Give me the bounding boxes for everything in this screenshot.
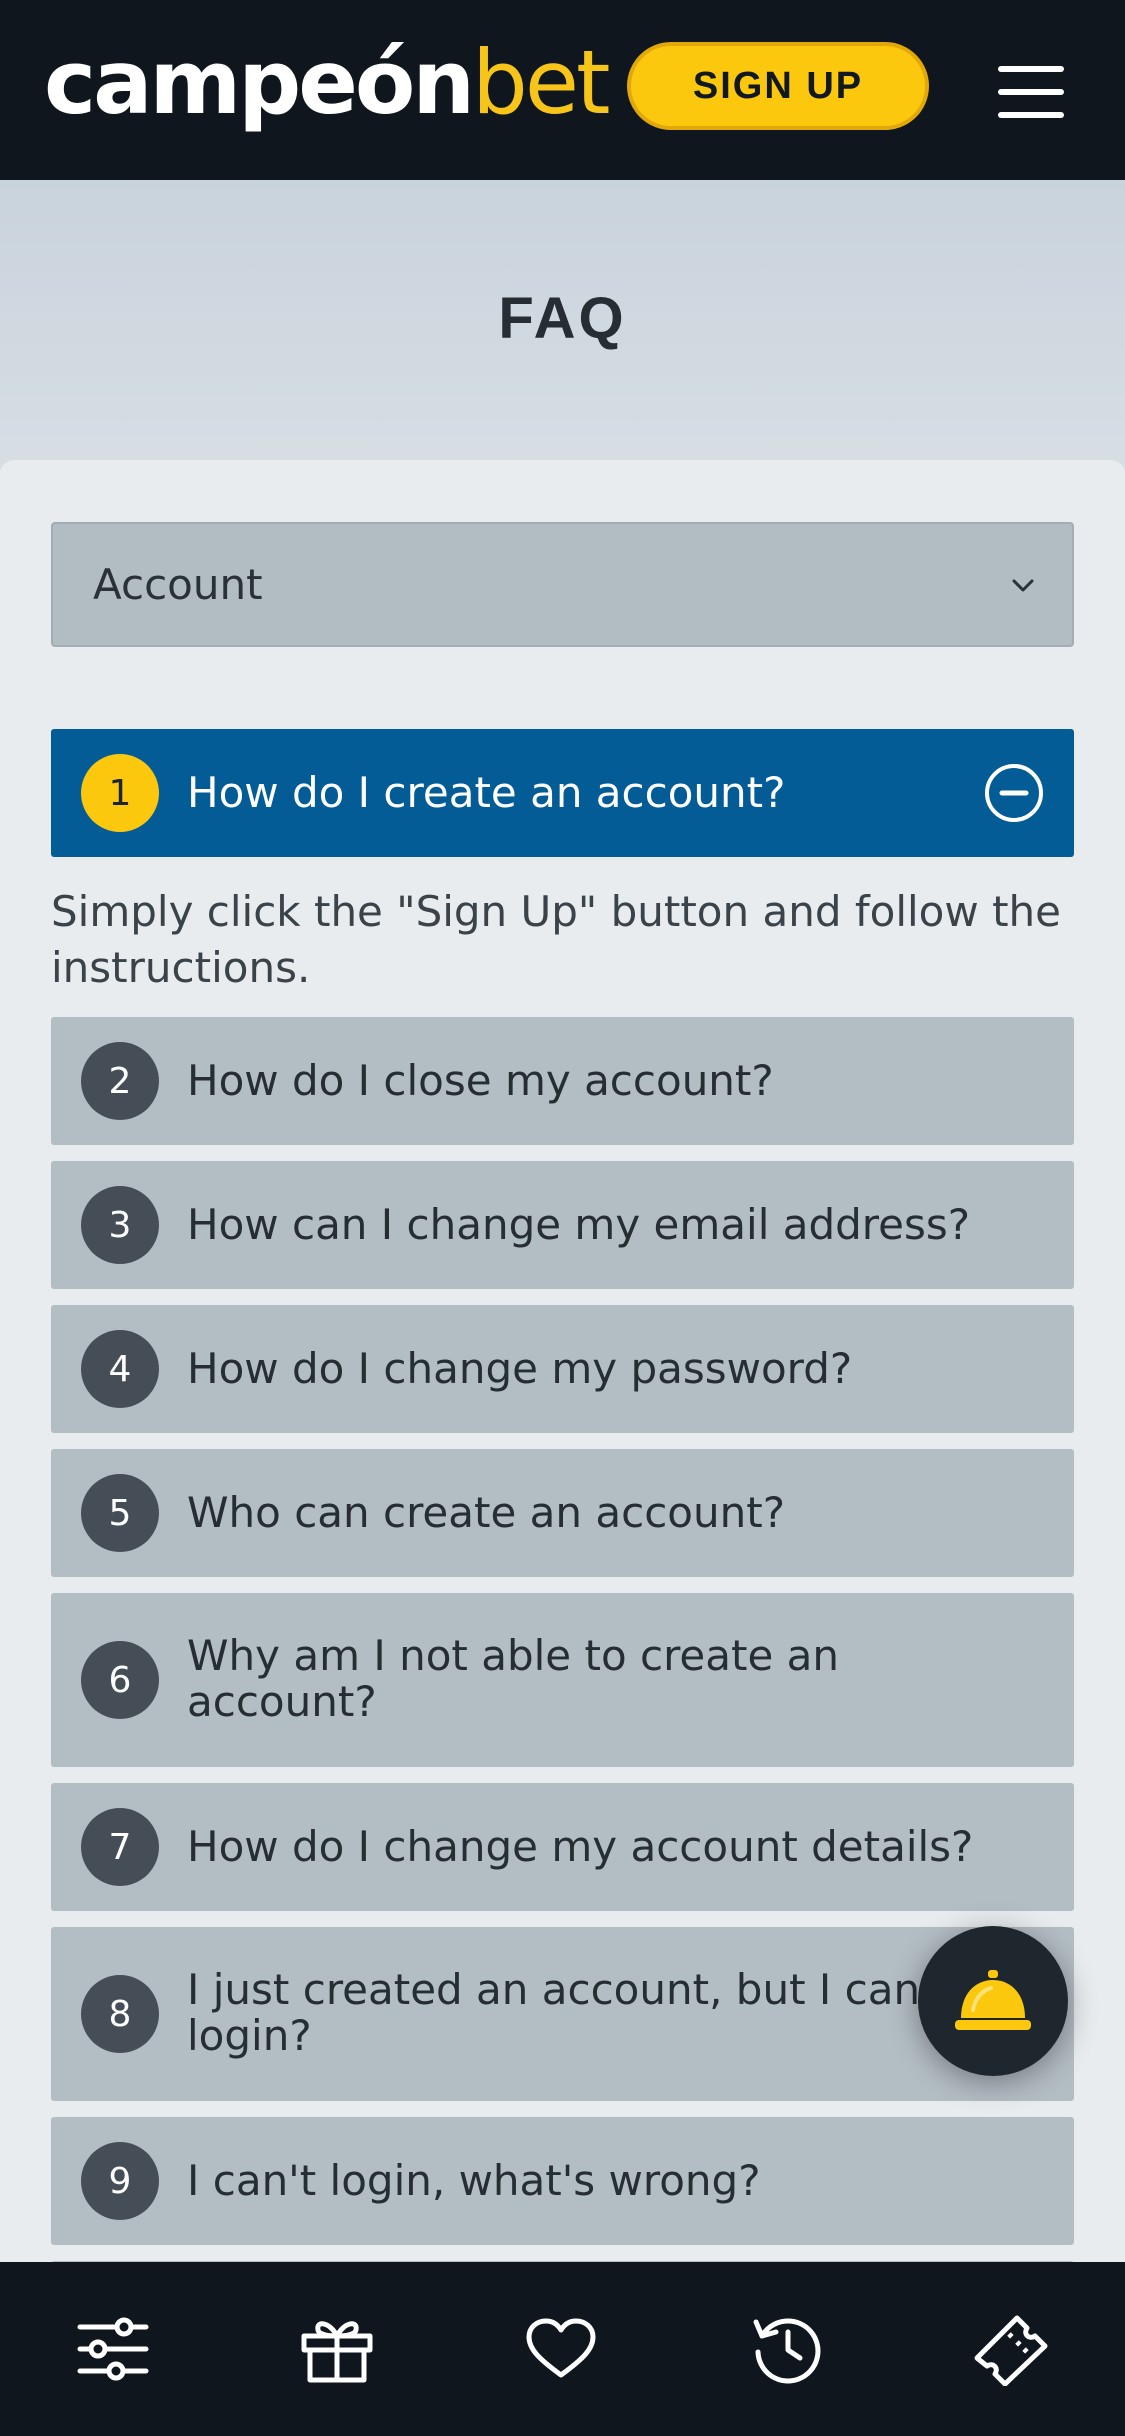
faq-number-badge: 2 xyxy=(81,1042,159,1120)
faq-item-2[interactable]: 2 How do I close my account? xyxy=(51,1017,1074,1145)
top-header: campeónbet SIGN UP xyxy=(0,0,1125,180)
faq-item-1[interactable]: 1 How do I create an account? xyxy=(51,729,1074,857)
faq-number-badge: 9 xyxy=(81,2142,159,2220)
faq-item-4[interactable]: 4 How do I change my password? xyxy=(51,1305,1074,1433)
nav-favourites[interactable] xyxy=(516,2304,606,2394)
ticket-icon xyxy=(974,2315,1048,2386)
faq-item-7[interactable]: 7 How do I change my account details? xyxy=(51,1783,1074,1911)
gift-icon xyxy=(301,2321,373,2383)
faq-answer-1: Simply click the "Sign Up" button and fo… xyxy=(51,887,1061,992)
faq-item-6[interactable]: 6 Why am I not able to create an account… xyxy=(51,1593,1074,1767)
faq-item-9[interactable]: 9 I can't login, what's wrong? xyxy=(51,2117,1074,2245)
faq-number-badge: 5 xyxy=(81,1474,159,1552)
nav-filters[interactable] xyxy=(68,2304,158,2394)
heart-icon xyxy=(526,2318,596,2378)
faq-question: How do I change my password? xyxy=(187,1344,853,1393)
faq-item-3[interactable]: 3 How can I change my email address? xyxy=(51,1161,1074,1289)
sign-up-button[interactable]: SIGN UP xyxy=(627,42,929,130)
chevron-down-icon xyxy=(1012,579,1034,592)
faq-number-badge: 3 xyxy=(81,1186,159,1264)
faq-page: campeónbet SIGN UP FAQ Account 1 How do … xyxy=(0,0,1125,2436)
nav-promotions[interactable] xyxy=(292,2304,382,2394)
service-bell-icon xyxy=(955,1970,1031,2030)
faq-number-badge: 4 xyxy=(81,1330,159,1408)
faq-number-badge: 6 xyxy=(81,1641,159,1719)
campeonbet-logo[interactable]: campeónbet xyxy=(44,28,611,138)
nav-history[interactable] xyxy=(742,2304,832,2394)
faq-number-badge: 1 xyxy=(81,754,159,832)
help-bell-button[interactable] xyxy=(918,1926,1068,2076)
faq-number-badge: 7 xyxy=(81,1808,159,1886)
faq-number-badge: 8 xyxy=(81,1975,159,2053)
logo-text-campeon: campeón xyxy=(44,31,475,134)
faq-question: Why am I not able to create an account? xyxy=(187,1631,840,1726)
bottom-navigation xyxy=(0,2262,1125,2436)
faq-question: How do I change my account details? xyxy=(187,1822,974,1871)
faq-question: How do I close my account? xyxy=(187,1056,774,1105)
faq-question: I just created an account, but I can't l… xyxy=(187,1965,949,2060)
faq-item-5[interactable]: 5 Who can create an account? xyxy=(51,1449,1074,1577)
faq-question: How do I create an account? xyxy=(187,768,786,817)
faq-question: How can I change my email address? xyxy=(187,1200,971,1249)
nav-betslip[interactable] xyxy=(966,2304,1056,2394)
sliders-icon xyxy=(77,2317,149,2381)
category-select[interactable]: Account xyxy=(51,522,1074,647)
hamburger-menu-icon[interactable] xyxy=(998,66,1064,118)
logo-text-bet: bet xyxy=(472,31,611,134)
faq-question: Who can create an account? xyxy=(187,1488,785,1537)
collapse-minus-icon[interactable] xyxy=(984,763,1044,823)
history-icon xyxy=(753,2318,821,2384)
page-title: FAQ xyxy=(498,286,627,351)
faq-question: I can't login, what's wrong? xyxy=(187,2156,761,2205)
category-select-value: Account xyxy=(93,560,263,609)
